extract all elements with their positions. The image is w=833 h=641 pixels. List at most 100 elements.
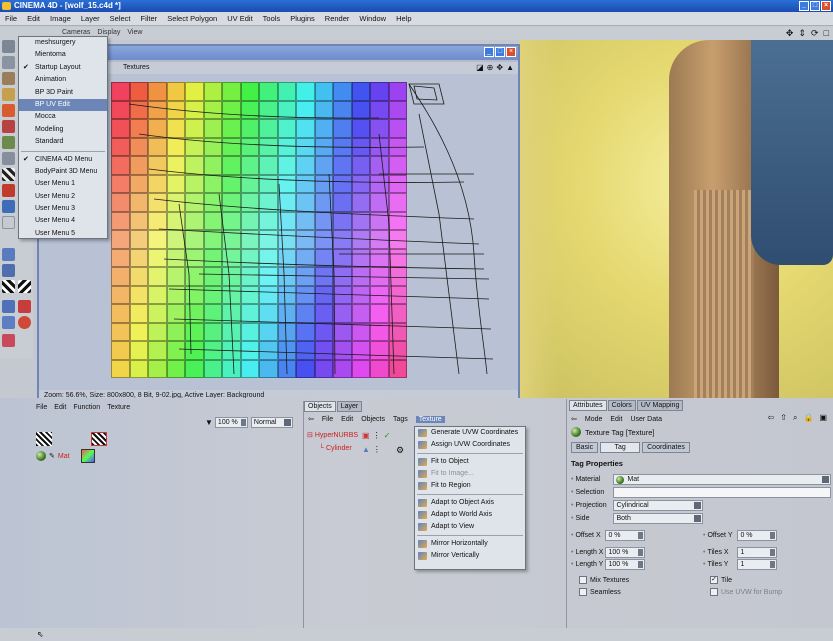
layer-thumbnail[interactable] xyxy=(91,432,107,446)
zoom-icon[interactable]: ⊕ xyxy=(487,62,494,74)
menu-layout-item[interactable]: User Menu 3 xyxy=(19,203,107,215)
menu-layout-item[interactable]: User Menu 1 xyxy=(19,178,107,190)
menu-render[interactable]: Render xyxy=(325,14,350,23)
texture-menu-item[interactable]: Mirror Horizontally xyxy=(415,538,525,550)
clone-tool-icon[interactable] xyxy=(2,152,15,165)
attr-menu-edit[interactable]: Edit xyxy=(610,416,622,423)
objects-menu-tags[interactable]: Tags xyxy=(393,416,408,423)
visibility-dots-icon[interactable]: ⋮ xyxy=(373,445,381,454)
checker-icon[interactable] xyxy=(2,280,15,293)
move-view-icon[interactable]: ✥ xyxy=(786,28,794,39)
layout-item[interactable]: BP 3D Paint xyxy=(19,87,107,99)
layout-item[interactable]: Mocca xyxy=(19,111,107,123)
back-arrow-icon[interactable]: ⇦ xyxy=(308,415,314,423)
fit-view-icon[interactable]: ◪ xyxy=(476,62,484,74)
menu-plugins[interactable]: Plugins xyxy=(290,14,315,23)
subtab-basic[interactable]: Basic xyxy=(571,442,599,453)
texture-menu-item[interactable]: Fit to Region xyxy=(415,480,525,492)
texture-menu-item[interactable]: Adapt to View xyxy=(415,521,525,533)
layout-item[interactable]: Mientoma xyxy=(19,49,107,61)
layout-item[interactable]: Modeling xyxy=(19,124,107,136)
subtab-coordinates[interactable]: Coordinates xyxy=(642,442,690,453)
uv-canvas[interactable] xyxy=(39,74,518,392)
rotate-view-icon[interactable]: ⟳ xyxy=(811,28,819,39)
view-menu-display[interactable]: Display xyxy=(97,29,120,36)
layout-item[interactable]: ✔ Startup Layout xyxy=(19,62,107,74)
uv-relax-icon[interactable] xyxy=(18,316,31,329)
maximize-view-icon[interactable]: □ xyxy=(824,28,829,39)
menu-select-polygon[interactable]: Select Polygon xyxy=(167,14,217,23)
enabled-check-icon[interactable]: ✓ xyxy=(384,431,391,440)
menu-layout-item[interactable]: User Menu 4 xyxy=(19,215,107,227)
texture-menu-item[interactable]: Adapt to Object Axis xyxy=(415,497,525,509)
texture-window-minimize-button[interactable]: _ xyxy=(484,47,494,57)
color-swatch-icon[interactable] xyxy=(2,216,15,229)
move-tool-icon[interactable] xyxy=(2,72,15,85)
uv-scale-icon[interactable] xyxy=(18,300,31,313)
layout-item[interactable]: Standard xyxy=(19,136,107,148)
layer-visibility-icon[interactable] xyxy=(36,432,52,446)
offset-y-field[interactable]: 0 % xyxy=(737,530,778,541)
uv-move-icon[interactable] xyxy=(2,300,15,313)
menu-filter[interactable]: Filter xyxy=(141,14,158,23)
object-row[interactable]: ⊟ HyperNURBS xyxy=(307,431,358,445)
texture-menu-item[interactable]: Generate UVW Coordinates xyxy=(415,427,525,439)
tab-layer[interactable]: Layer xyxy=(336,401,363,412)
tab-attributes[interactable]: Attributes xyxy=(569,400,607,411)
pencil-icon[interactable]: ✎ xyxy=(49,452,55,460)
up-arrow-icon[interactable]: ⇧ xyxy=(780,413,787,423)
use-uvw-bump-checkbox[interactable] xyxy=(710,588,718,596)
uv-polygons-icon[interactable] xyxy=(2,264,15,277)
projection-select[interactable]: Cylindrical xyxy=(613,500,704,511)
close-button[interactable]: × xyxy=(821,1,831,11)
side-select[interactable]: Both xyxy=(613,513,704,524)
seamless-checkbox[interactable] xyxy=(579,588,587,596)
uv-rotate-icon[interactable] xyxy=(2,316,15,329)
menu-edit[interactable]: Edit xyxy=(27,14,40,23)
maximize-button[interactable]: □ xyxy=(810,1,820,11)
menu-layout-item[interactable]: User Menu 2 xyxy=(19,191,107,203)
opacity-field[interactable]: 100 % xyxy=(214,416,248,428)
object-row[interactable]: └ Cylinder xyxy=(307,445,358,459)
menu-file[interactable]: File xyxy=(5,14,17,23)
texture-menu-item[interactable]: Assign UVW Coordinates xyxy=(415,439,525,451)
search-icon[interactable]: ⌕ xyxy=(793,413,797,423)
tab-colors[interactable]: Colors xyxy=(607,400,636,411)
tiles-x-field[interactable]: 1 xyxy=(737,547,778,558)
visibility-dots-icon[interactable]: ⋮ xyxy=(373,431,381,440)
back-arrow-icon[interactable]: ⇦ xyxy=(571,415,577,423)
back-arrow-icon[interactable]: ⇦ xyxy=(768,413,775,423)
objects-menu-file[interactable]: File xyxy=(322,416,333,423)
tile-checkbox[interactable]: ✓ xyxy=(710,576,718,584)
tiles-y-field[interactable]: 1 xyxy=(737,559,778,570)
selection-field[interactable] xyxy=(613,487,832,498)
warning-icon[interactable]: ▲ xyxy=(506,62,514,74)
uv-transform-icon[interactable] xyxy=(2,334,15,347)
texture-menu-item[interactable]: Fit to Object xyxy=(415,456,525,468)
cylinder-tag-icon[interactable]: ▲ xyxy=(362,445,370,454)
objects-menu-texture[interactable]: Texture xyxy=(415,415,445,423)
menu-help[interactable]: Help xyxy=(396,14,411,23)
checker-alt-icon[interactable] xyxy=(18,280,31,293)
texture-window-titlebar[interactable]: _ □ × xyxy=(39,46,518,60)
undo-tool-icon[interactable] xyxy=(2,40,15,53)
brush-tool-icon[interactable] xyxy=(2,104,15,117)
tab-uv-mapping[interactable]: UV Mapping xyxy=(636,400,684,411)
attr-menu-user-data[interactable]: User Data xyxy=(630,416,662,423)
menu-layout-item[interactable]: ✔ CINEMA 4D Menu xyxy=(19,154,107,166)
paint-tool-icon[interactable] xyxy=(2,88,15,101)
menu-layer[interactable]: Layer xyxy=(81,14,100,23)
menu-tools[interactable]: Tools xyxy=(263,14,281,23)
mix-textures-checkbox[interactable] xyxy=(579,576,587,584)
smudge-tool-icon[interactable] xyxy=(2,200,15,213)
material-name[interactable]: Mat xyxy=(58,453,70,460)
objects-menu-edit[interactable]: Edit xyxy=(341,416,353,423)
texture-window-close-button[interactable]: × xyxy=(506,47,516,57)
length-x-field[interactable]: 100 % xyxy=(605,547,646,558)
menu-window[interactable]: Window xyxy=(359,14,386,23)
minimize-button[interactable]: _ xyxy=(799,1,809,11)
pen-tool-icon[interactable] xyxy=(2,184,15,197)
view-menu-view[interactable]: View xyxy=(127,29,142,36)
texture-menu-item[interactable]: Mirror Vertically xyxy=(415,550,525,562)
tab-objects[interactable]: Objects xyxy=(304,401,336,412)
